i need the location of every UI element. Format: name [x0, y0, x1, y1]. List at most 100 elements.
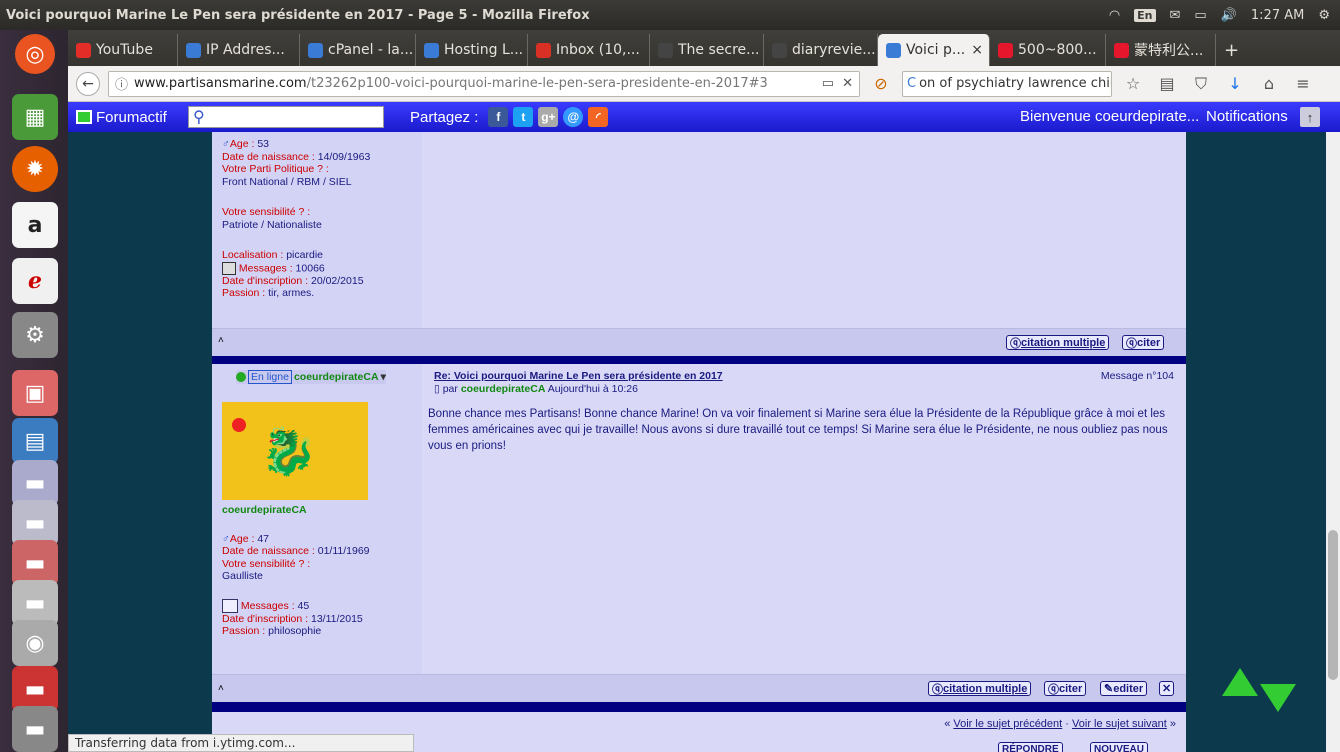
back-button[interactable]: ←	[76, 71, 100, 96]
page-content: Forumactif ⚲ Partagez : f t g+ @ ◜ Bienv…	[68, 102, 1340, 752]
pdf-reader-icon[interactable]: ℯ	[12, 258, 58, 304]
tab-1[interactable]: IP Addres...	[178, 34, 300, 66]
firefox-icon[interactable]: ✹	[12, 146, 58, 192]
post-body-text: Bonne chance mes Partisans! Bonne chance…	[428, 408, 1168, 452]
passion-label: Passion	[222, 287, 260, 299]
edit-button[interactable]: ✎ editer	[1100, 681, 1148, 696]
tab-label: 蒙特利公...	[1134, 43, 1204, 59]
files-icon[interactable]: ▤	[12, 418, 58, 464]
gmail-icon	[536, 42, 551, 58]
tab-label: cPanel - la...	[328, 42, 414, 58]
tab-3[interactable]: Hosting L...	[416, 34, 528, 66]
reader-view-icon[interactable]: ▭	[822, 76, 834, 91]
spreadsheet-app-icon[interactable]: ▦	[12, 94, 58, 140]
post-date: Aujourd'hui à 10:26	[547, 383, 638, 395]
scroll-top-icon[interactable]: ↑	[1300, 107, 1320, 127]
age-value: 47	[257, 532, 270, 545]
forumactif-logo-icon	[76, 110, 92, 124]
menu-icon[interactable]: ≡	[1290, 74, 1316, 93]
insc-value: 20/02/2015	[310, 274, 364, 287]
scrollbar-thumb[interactable]	[1328, 530, 1338, 680]
multi-quote-button[interactable]: ⓠ citation multiple	[928, 681, 1032, 696]
adblock-icon[interactable]: ⊘	[868, 74, 894, 93]
next-topic-link[interactable]: Voir le sujet suivant	[1072, 718, 1167, 730]
post-title-link[interactable]: Re: Voici pourquoi Marine Le Pen sera pr…	[434, 370, 723, 382]
volume-icon[interactable]: 🔊	[1221, 8, 1237, 23]
battery-icon[interactable]: ▭	[1194, 8, 1206, 23]
topic-pager: « Voir le sujet précédent · Voir le suje…	[944, 718, 1176, 730]
avatar-sun	[232, 418, 246, 432]
twitter-icon[interactable]: t	[513, 107, 534, 127]
rss-icon[interactable]: ◜	[588, 107, 609, 127]
page-up-arrow-icon[interactable]	[1222, 668, 1258, 696]
tab-4[interactable]: Inbox (10,...	[528, 34, 650, 66]
search-engine-icon[interactable]: C	[907, 76, 916, 91]
forumactif-logo[interactable]: Forumactif	[68, 109, 188, 126]
quote-button[interactable]: ⓠ citer	[1044, 681, 1087, 696]
new-tab-button[interactable]: +	[1216, 34, 1247, 66]
window-titlebar: Voici pourquoi Marine Le Pen sera présid…	[0, 0, 1340, 30]
close-icon[interactable]: ✕	[842, 76, 853, 91]
home-icon[interactable]: ⌂	[1256, 74, 1282, 93]
search-input[interactable]: C on of psychiatry lawrence chin →	[902, 70, 1112, 97]
birth-label: Date de naissance	[222, 150, 309, 163]
tab-7[interactable]: Voici p... ×	[878, 34, 990, 66]
delete-icon[interactable]: ✕	[1159, 681, 1175, 696]
loading-icon	[186, 42, 201, 58]
page-down-arrow-icon[interactable]	[1260, 684, 1296, 712]
scroll-up-arrow-icon[interactable]: ˄	[218, 335, 224, 346]
messages-value: 10066	[295, 261, 325, 274]
tab-2[interactable]: cPanel - la...	[300, 34, 416, 66]
forumactif-label: Forumactif	[96, 108, 167, 126]
new-topic-button[interactable]: NOUVEAU	[1090, 742, 1149, 752]
prev-topic-link[interactable]: Voir le sujet précédent	[953, 718, 1062, 730]
weibo-icon	[1114, 42, 1129, 58]
download-icon[interactable]: ↓	[1222, 74, 1248, 93]
close-tab-icon[interactable]: ×	[971, 42, 983, 58]
tab-5[interactable]: The secre...	[650, 34, 764, 66]
mail-icon[interactable]: ✉	[1170, 8, 1181, 23]
dvd-icon[interactable]: ◉	[12, 620, 58, 666]
tab-0[interactable]: YouTube	[68, 34, 178, 66]
bookmarks-list-icon[interactable]: ▤	[1154, 74, 1180, 93]
message-number[interactable]: Message n°104	[1101, 370, 1174, 382]
url-bar[interactable]: ⓘ www.partisansmarine.com /t23262p100-vo…	[108, 70, 860, 97]
ubuntu-logo-icon[interactable]: ◎	[15, 34, 55, 74]
wifi-icon[interactable]: ◠	[1109, 8, 1120, 23]
info-icon[interactable]: ⓘ	[115, 74, 128, 93]
author-link[interactable]: coeurdepirateCA	[461, 383, 546, 395]
amazon-icon[interactable]: a	[12, 202, 58, 248]
age-label: Age	[229, 532, 249, 545]
sens-label: Votre sensibilité ?	[222, 206, 305, 218]
tab-6[interactable]: diaryrevie...	[764, 34, 878, 66]
profile-username[interactable]: coeurdepirateCA	[222, 504, 422, 517]
trash-icon[interactable]: ▬	[12, 706, 58, 752]
notifications-link[interactable]: Notifications	[1206, 108, 1288, 125]
tab-9[interactable]: 蒙特利公...	[1106, 34, 1216, 66]
presentation-icon[interactable]: ▣	[12, 370, 58, 416]
tab-8[interactable]: 500~800...	[990, 34, 1106, 66]
bookmark-star-icon[interactable]: ☆	[1120, 74, 1146, 93]
pocket-icon[interactable]: ⛉	[1188, 74, 1214, 94]
welcome-user-link[interactable]: Bienvenue coeurdepirate...	[1020, 108, 1199, 125]
sens-value: Patriote / Nationaliste	[222, 218, 322, 231]
facebook-icon[interactable]: f	[488, 107, 509, 127]
quote-button[interactable]: ⓠ citer	[1122, 335, 1165, 350]
scroll-up-arrow-icon[interactable]: ˄	[218, 683, 224, 694]
page-scrollbar[interactable]	[1326, 132, 1340, 752]
user-online-dropdown[interactable]: En ligne coeurdepirateCA ▾	[236, 369, 386, 385]
sheet-icon	[658, 42, 673, 58]
clock[interactable]: 1:27 AM	[1251, 8, 1304, 23]
googleplus-icon[interactable]: g+	[538, 107, 559, 127]
edit-label: editer	[1113, 682, 1144, 695]
multi-quote-button[interactable]: ⓠ citation multiple	[1006, 335, 1110, 350]
settings-gear-icon[interactable]: ⚙	[1318, 8, 1330, 23]
forum-search-input[interactable]: ⚲	[188, 106, 384, 128]
keyboard-layout[interactable]: En	[1134, 8, 1156, 22]
rank-icon	[222, 261, 236, 275]
system-settings-icon[interactable]: ⚙	[12, 312, 58, 358]
reply-label: RÉPONDRE	[1002, 744, 1059, 752]
multi-quote-label: citation multiple	[943, 682, 1028, 695]
email-share-icon[interactable]: @	[563, 107, 584, 127]
reply-button[interactable]: RÉPONDRE	[998, 742, 1063, 752]
